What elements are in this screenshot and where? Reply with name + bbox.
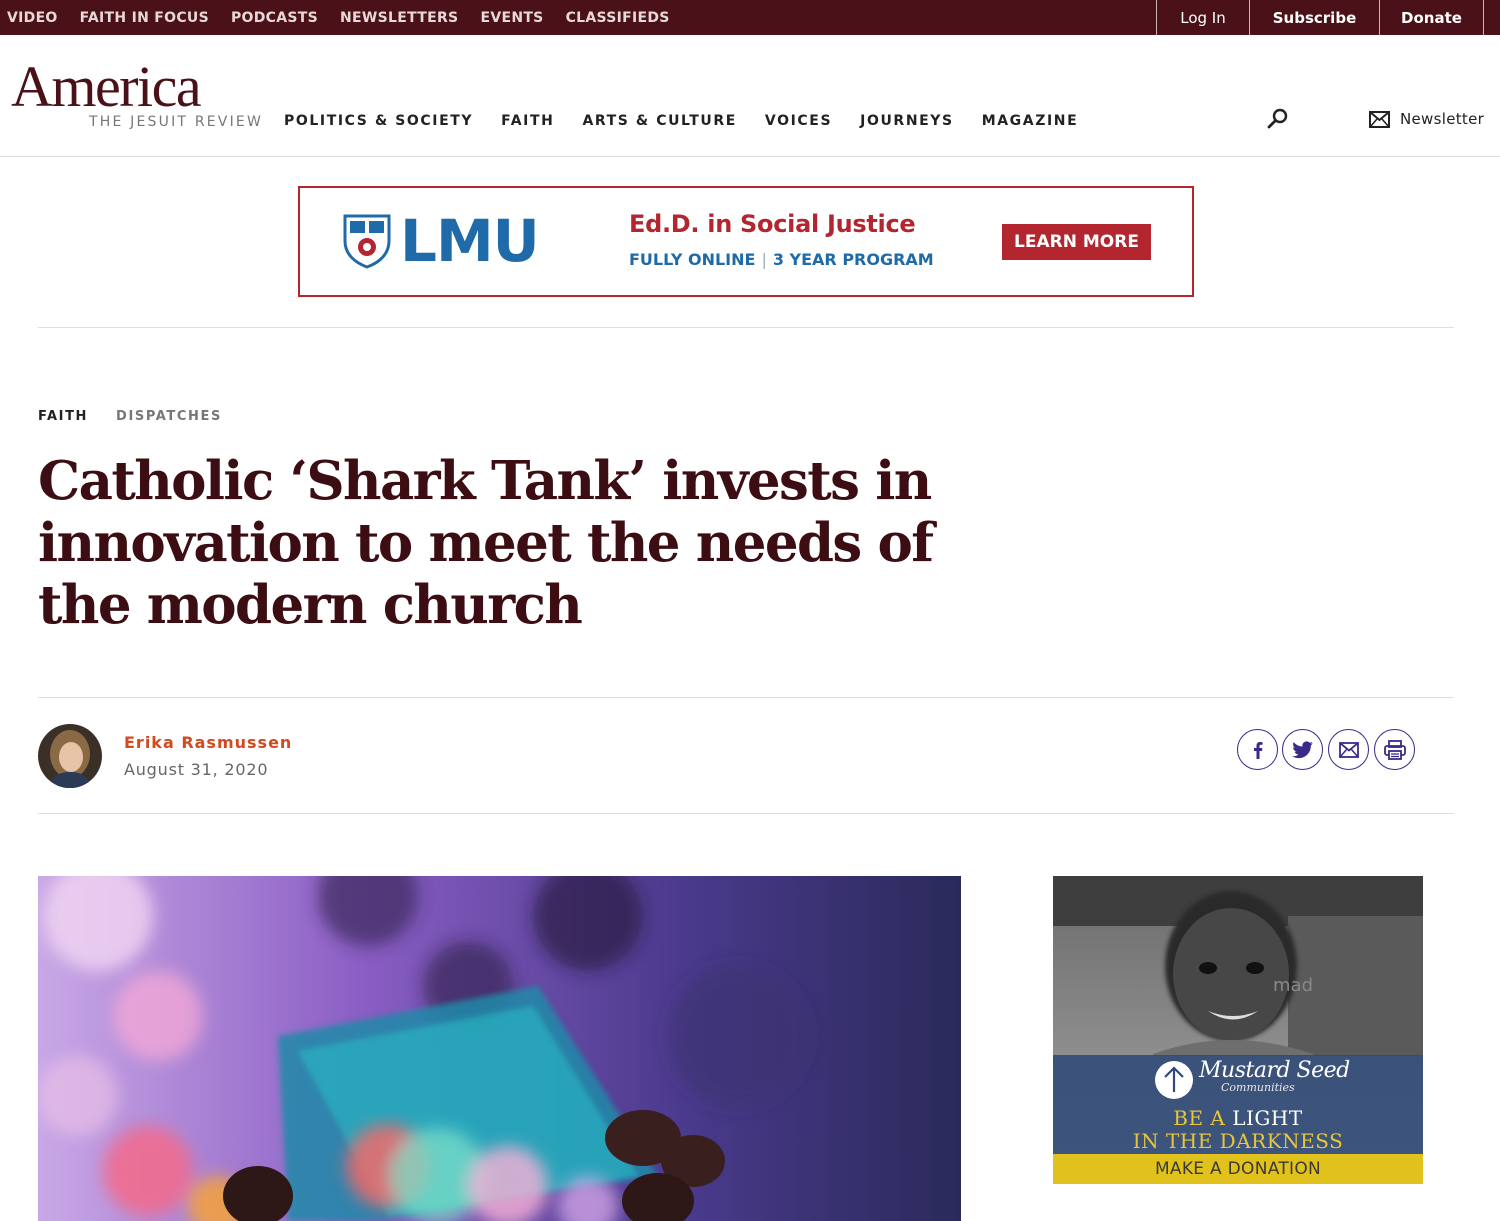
donate-button[interactable]: Donate	[1379, 0, 1484, 35]
toplink-newsletters[interactable]: NEWSLETTERS	[340, 10, 458, 26]
learn-more-button[interactable]: LEARN MORE	[1002, 224, 1151, 260]
divider-byline-bottom	[38, 813, 1454, 814]
envelope-icon	[1369, 110, 1390, 128]
toplink-podcasts[interactable]: PODCASTS	[231, 10, 318, 26]
shield-icon	[343, 214, 391, 269]
top-utility-bar: VIDEO FAITH IN FOCUS PODCASTS NEWSLETTER…	[0, 0, 1500, 35]
divider-top	[38, 327, 1454, 328]
site-logo[interactable]: America THE JESUIT REVIEW	[11, 54, 261, 131]
nav-politics-society[interactable]: POLITICS & SOCIETY	[284, 113, 473, 129]
ad-sub-separator: |	[761, 250, 767, 269]
toplink-video[interactable]: VIDEO	[7, 10, 58, 26]
newsletter-link[interactable]: Newsletter	[1369, 110, 1484, 128]
article-title: Catholic ‘Shark Tank’ invests in innovat…	[38, 450, 934, 636]
subscribe-button[interactable]: Subscribe	[1249, 0, 1379, 35]
nav-faith[interactable]: FAITH	[501, 113, 554, 129]
logo-tagline: THE JESUIT REVIEW	[89, 114, 263, 130]
author-name[interactable]: Erika Rasmussen	[124, 733, 292, 752]
ad-line-1a: BE A	[1173, 1106, 1226, 1130]
publish-date: August 31, 2020	[124, 760, 269, 779]
facebook-icon	[1253, 741, 1262, 759]
lmu-ad-banner[interactable]: LMU Ed.D. in Social Justice FULLY ONLINE…	[298, 186, 1194, 297]
ad-line-1b: LIGHT	[1232, 1106, 1303, 1130]
hero-photo	[38, 876, 961, 1221]
newsletter-label: Newsletter	[1400, 110, 1485, 128]
lmu-logo: LMU	[342, 207, 540, 275]
share-facebook-button[interactable]	[1237, 729, 1278, 770]
make-donation-button[interactable]: MAKE A DONATION	[1053, 1154, 1423, 1184]
author-photo	[38, 724, 102, 788]
share-twitter-button[interactable]	[1282, 729, 1323, 770]
email-icon	[1338, 741, 1359, 758]
ad-line-2: IN THE DARKNESS	[1132, 1129, 1344, 1153]
twitter-icon	[1291, 740, 1313, 758]
top-links: VIDEO FAITH IN FOCUS PODCASTS NEWSLETTER…	[0, 0, 692, 35]
ad-org-sub: Communities	[1221, 1081, 1295, 1094]
login-button[interactable]: Log In	[1156, 0, 1249, 35]
category-dispatches[interactable]: DISPATCHES	[116, 409, 222, 424]
print-button[interactable]	[1374, 729, 1415, 770]
search-icon[interactable]	[1266, 107, 1290, 131]
ad-subline: FULLY ONLINE | 3 YEAR PROGRAM	[629, 250, 934, 269]
nav-voices[interactable]: VOICES	[765, 113, 832, 129]
article-hero-image	[38, 876, 961, 1221]
printer-icon	[1383, 739, 1406, 760]
category-faith[interactable]: FAITH	[38, 409, 88, 424]
logo-wordmark: America	[11, 54, 202, 119]
mustard-seed-ad[interactable]: mad Mustard Seed Communities BE A LIGHT …	[1053, 876, 1423, 1184]
toplink-events[interactable]: EVENTS	[480, 10, 543, 26]
ad-org-name: Mustard Seed	[1199, 1058, 1350, 1083]
main-nav: POLITICS & SOCIETY FAITH ARTS & CULTURE …	[284, 113, 1106, 129]
ad-sub-right: 3 YEAR PROGRAM	[772, 250, 934, 269]
share-email-button[interactable]	[1328, 729, 1369, 770]
ad-line-1: BE A LIGHT	[1053, 1106, 1423, 1130]
article-categories: FAITH DISPATCHES	[38, 409, 222, 424]
toplink-faith-in-focus[interactable]: FAITH IN FOCUS	[80, 10, 209, 26]
account-actions: Log In Subscribe Donate	[1156, 0, 1484, 35]
photo-text: mad	[1273, 975, 1313, 996]
divider-byline-top	[38, 697, 1454, 698]
author-avatar[interactable]	[38, 724, 102, 788]
toplink-classifieds[interactable]: CLASSIFIEDS	[566, 10, 670, 26]
lmu-wordmark: LMU	[400, 207, 540, 275]
nav-arts-culture[interactable]: ARTS & CULTURE	[582, 113, 736, 129]
nav-magazine[interactable]: MAGAZINE	[982, 113, 1079, 129]
ad-headline: Ed.D. in Social Justice	[629, 210, 916, 238]
nav-journeys[interactable]: JOURNEYS	[860, 113, 954, 129]
ad-sub-left: FULLY ONLINE	[629, 250, 756, 269]
site-header: America THE JESUIT REVIEW POLITICS & SOC…	[0, 35, 1500, 157]
